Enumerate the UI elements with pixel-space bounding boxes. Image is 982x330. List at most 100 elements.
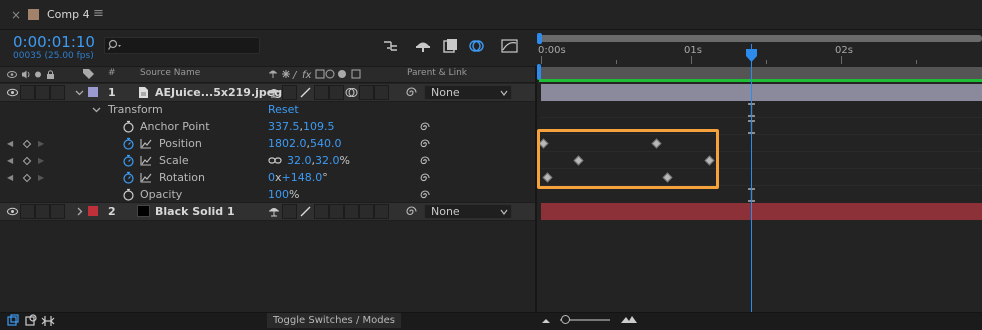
add-keyframe-icon[interactable] [22,173,32,183]
zoom-in-icon[interactable] [620,314,638,324]
search-input[interactable] [104,37,260,54]
opacity-value[interactable]: 100% [268,188,299,201]
zoom-slider-knob[interactable] [561,315,570,324]
next-keyframe-icon[interactable]: ▶ [38,139,44,148]
quality-switch-icon[interactable] [298,204,313,219]
anchor-point-value[interactable]: 337.5,109.5 [268,120,335,133]
add-keyframe-icon[interactable] [22,156,32,166]
toggle-switches-modes-button[interactable]: Toggle Switches / Modes [267,313,401,328]
3d-layer-switch[interactable] [374,85,389,100]
expression-pickwhip-icon[interactable] [419,189,431,201]
stopwatch-icon[interactable] [122,120,135,133]
layer-name[interactable]: AEJuice...5x219.jpeg [155,86,282,99]
solo-toggle[interactable] [35,204,50,219]
next-keyframe-icon[interactable]: ▶ [38,173,44,182]
prev-keyframe-icon[interactable]: ◀ [7,173,13,182]
playhead-handle[interactable] [746,49,757,62]
zoom-out-icon[interactable] [540,316,552,324]
dropdown-chevron-icon [500,209,508,215]
graph-icon[interactable] [140,155,152,166]
motion-blur-switch-icon[interactable] [344,85,359,100]
chevron-down-icon[interactable] [92,105,101,114]
chevron-right-icon[interactable] [75,207,84,216]
stopwatch-icon[interactable] [122,188,135,201]
layer-name[interactable]: Black Solid 1 [155,205,235,218]
layer-2-duration-bar[interactable] [541,203,982,220]
parent-pickwhip-icon[interactable] [405,205,418,218]
current-timecode[interactable]: 0:00:01:10 [13,33,95,51]
layer-label-color[interactable] [88,206,98,216]
layer-1-duration-bar[interactable] [541,84,982,101]
solid-thumbnail [137,205,150,217]
quality-switch-icon[interactable] [298,85,313,100]
label-tag-icon[interactable] [82,68,95,80]
bottom-toolbar [0,312,982,330]
shy-switch-icon[interactable] [268,86,280,98]
cache-indicator [539,79,982,82]
prev-keyframe-icon[interactable]: ◀ [7,139,13,148]
expression-pickwhip-icon[interactable] [419,172,431,184]
draft-3d-icon[interactable] [413,38,433,54]
ruler-tick [691,56,692,64]
stopwatch-active-icon[interactable] [122,171,135,184]
stopwatch-active-icon[interactable] [122,137,135,150]
chevron-down-icon[interactable] [75,88,84,97]
adjustment-switch[interactable] [359,204,374,219]
collapse-switch[interactable] [282,85,297,100]
close-tab-icon[interactable]: × [11,8,21,22]
next-keyframe-icon[interactable]: ▶ [38,156,44,165]
frame-blending-icon[interactable] [440,38,460,54]
ruler-tick [841,56,842,64]
transform-reset-link[interactable]: Reset [268,103,299,116]
visibility-eye-icon[interactable] [7,206,18,217]
frame-blend-switch[interactable] [329,85,344,100]
prev-keyframe-icon[interactable]: ◀ [7,156,13,165]
transform-group-label[interactable]: Transform [108,103,163,116]
col-source-name[interactable]: Source Name [140,68,200,78]
motion-blur-icon[interactable] [467,38,487,54]
motion-blur-switch[interactable] [344,204,359,219]
expression-pickwhip-icon[interactable] [419,155,431,167]
layer-label-color[interactable] [88,87,98,97]
time-navigator-start-handle[interactable] [537,33,542,44]
property-name-rotation: Rotation [159,171,206,184]
panel-toggle-icons[interactable] [7,314,65,328]
3d-layer-switch[interactable] [374,204,389,219]
lock-toggle[interactable] [50,85,65,100]
time-navigator[interactable] [537,35,982,42]
visibility-eye-icon[interactable] [7,87,18,98]
rotation-value[interactable]: 0x+148.0° [268,171,328,184]
audio-toggle[interactable] [20,204,35,219]
adjustment-switch[interactable] [359,85,374,100]
constrain-proportions-link-icon[interactable] [268,156,282,165]
col-parent-link[interactable]: Parent & Link [407,68,467,78]
solo-toggle[interactable] [35,85,50,100]
dropdown-chevron-icon [500,90,508,96]
audio-toggle[interactable] [20,85,35,100]
playhead-line[interactable] [751,44,752,318]
comp-color-swatch [28,9,39,20]
expression-pickwhip-icon[interactable] [419,138,431,150]
parent-pickwhip-icon[interactable] [405,86,418,99]
comp-tab-title[interactable]: Comp 4 [47,8,90,21]
comp-mini-flowchart-icon[interactable] [381,38,401,54]
effect-switch[interactable] [314,204,329,219]
effect-switch[interactable] [314,85,329,100]
graph-icon[interactable] [140,138,152,149]
scale-value[interactable]: 32.0,32.0% [287,154,350,167]
graph-editor-icon[interactable] [500,38,520,54]
work-area-start-handle[interactable] [537,64,541,80]
panel-menu-icon[interactable]: ≡ [93,6,104,21]
shy-switch-icon[interactable] [268,205,280,217]
add-keyframe-icon[interactable] [22,139,32,149]
panel-divider[interactable] [535,66,537,318]
lock-toggle[interactable] [50,204,65,219]
svg-text:/: / [292,70,298,80]
expression-pickwhip-icon[interactable] [419,121,431,133]
position-value[interactable]: 1802.0,540.0 [268,137,342,150]
stopwatch-active-icon[interactable] [122,154,135,167]
graph-icon[interactable] [140,172,152,183]
collapse-switch[interactable] [282,204,297,219]
frame-blend-switch[interactable] [329,204,344,219]
ruler-label-1: 01s [684,45,702,56]
